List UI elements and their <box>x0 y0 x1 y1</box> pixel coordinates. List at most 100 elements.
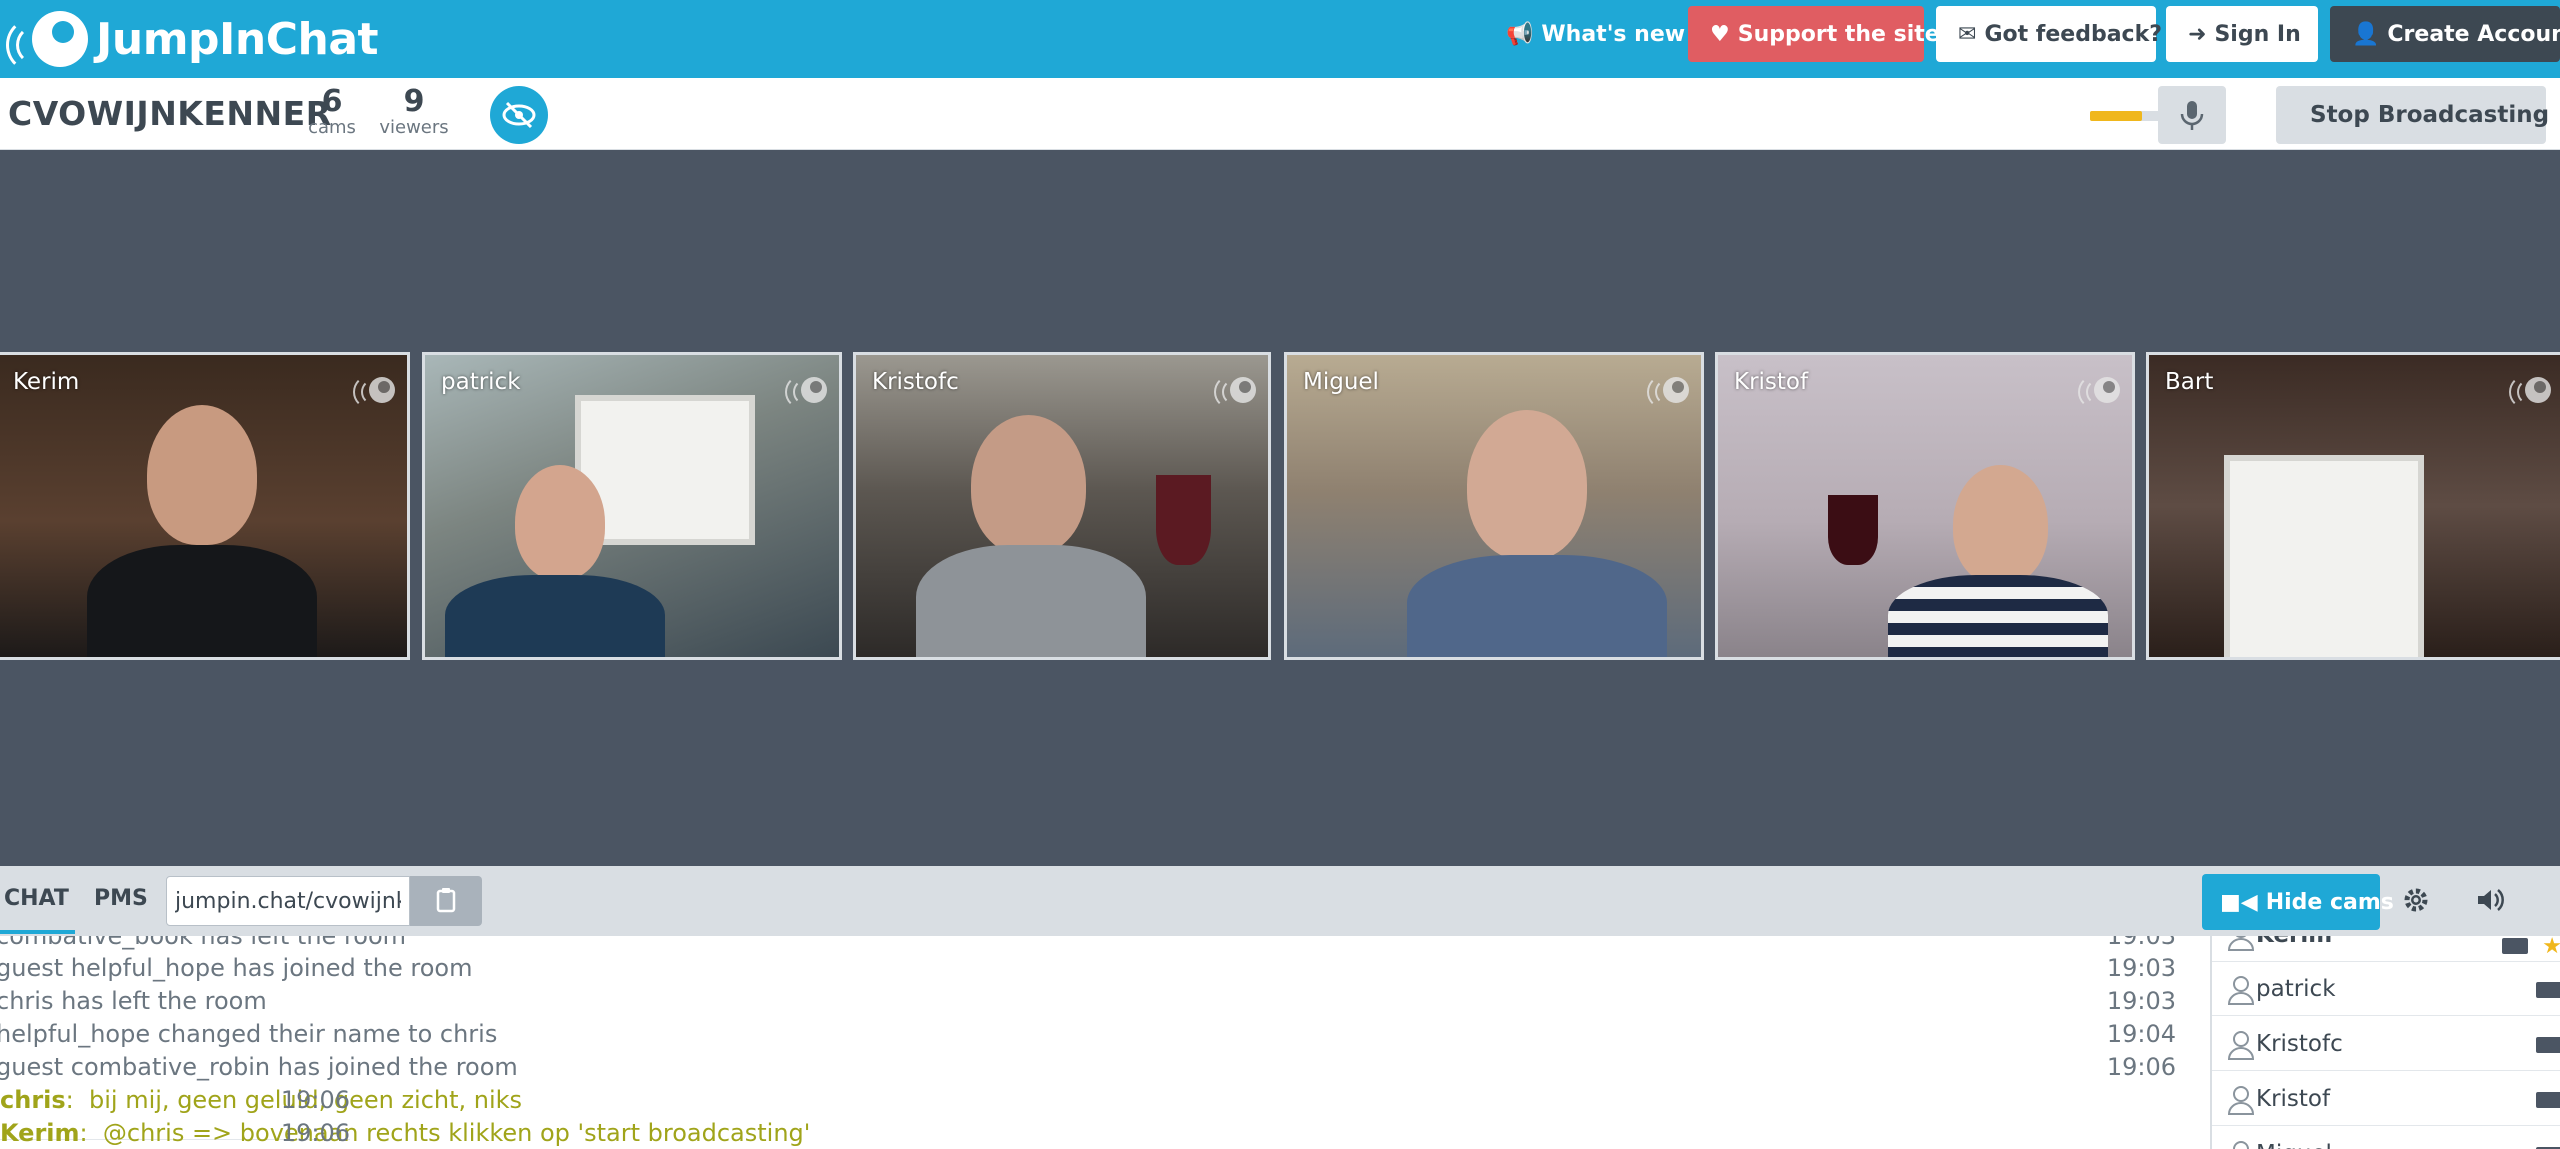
user-icon <box>2233 1141 2249 1149</box>
cam-tile[interactable]: Kristof <box>1715 352 2135 660</box>
settings-button[interactable] <box>2396 880 2436 920</box>
support-button[interactable]: ♥ Support the site <box>1688 6 1940 62</box>
broadcast-icon <box>2507 375 2551 409</box>
chat-message: combative_book has left the room 19:03 <box>0 936 2176 955</box>
chat-message: guest helpful_hope has joined the room 1… <box>0 954 2176 987</box>
user-icon <box>2227 1086 2255 1115</box>
volume-icon <box>2478 889 2504 911</box>
cams-stat: 6 cams <box>304 86 360 138</box>
clipboard-icon <box>436 888 456 913</box>
create-account-button[interactable]: 👤 Create Account <box>2330 6 2560 62</box>
user-list-item[interactable]: Kristof <box>2212 1072 2560 1126</box>
camera-icon <box>2536 1092 2560 1108</box>
message-line: Kerim: @chris => bovenaan rechts klikken… <box>0 1119 811 1147</box>
star-icon: ★ <box>2542 936 2560 959</box>
copy-url-button[interactable] <box>410 876 482 926</box>
user-name: patrick <box>2256 976 2336 1002</box>
broadcast-icon <box>783 375 827 409</box>
video-camera-icon: ■◀ <box>2220 889 2258 915</box>
message-text: guest combative_robin has joined the roo… <box>0 1053 518 1081</box>
message-text: helpful_hope changed their name to chris <box>0 1020 498 1048</box>
tab-chat[interactable]: CHAT <box>0 886 75 934</box>
camera-icon <box>2536 1037 2560 1053</box>
sign-in-button[interactable]: ➜ Sign In <box>2166 6 2318 62</box>
mic-level-fill <box>2090 111 2142 121</box>
user-name: Kristofc <box>2256 1031 2343 1057</box>
whats-new-link[interactable]: 📢 What's new <box>1490 6 1685 62</box>
chat-message: Kerim: @chris => bovenaan rechts klikken… <box>0 1119 810 1149</box>
tab-pms[interactable]: PMS <box>94 886 148 911</box>
message-text: @chris => bovenaan rechts klikken op 'st… <box>102 1119 811 1147</box>
user-name: Miguel <box>2256 1141 2332 1149</box>
sound-button[interactable] <box>2470 880 2510 920</box>
user-icon <box>2227 1031 2255 1060</box>
room-title: CVOWIJNKENNER <box>8 94 332 133</box>
microphone-icon <box>2180 101 2204 130</box>
cams-count: 6 <box>321 84 343 119</box>
viewers-stat: 9 viewers <box>374 86 454 138</box>
message-time: 19:03 <box>2106 936 2176 950</box>
stop-broadcasting-button[interactable]: Stop Broadcasting <box>2276 86 2550 144</box>
cam-username: Kerim <box>13 369 80 395</box>
message-time: 19:06 <box>280 1119 350 1147</box>
top-nav: JumpInChat 📢 What's new ♥ Support the si… <box>0 0 2560 78</box>
megaphone-icon: 📢 <box>1506 21 1534 47</box>
cam-tile[interactable]: Kristofc <box>853 352 1271 660</box>
message-time: 19:04 <box>2106 1020 2176 1048</box>
room-url-field[interactable] <box>166 876 410 926</box>
message-time: 19:06 <box>280 1086 350 1114</box>
sign-in-label: Sign In <box>2214 21 2301 47</box>
hide-cams-label: Hide cams <box>2265 889 2394 915</box>
cam-username: Kristof <box>1734 369 1809 395</box>
eye-slash-button[interactable] <box>490 86 548 144</box>
message-time: 19:06 <box>2106 1053 2176 1081</box>
chat-toolbar: CHAT PMS ■◀ Hide cams <box>0 866 2560 936</box>
gear-icon <box>2404 888 2428 912</box>
broadcast-icon <box>1645 375 1689 409</box>
cam-username: Kristofc <box>872 369 959 395</box>
message-text: chris has left the room <box>0 987 267 1015</box>
chat-message: chris has left the room 19:03 <box>0 987 2176 1020</box>
cam-tile[interactable]: Miguel <box>1284 352 1704 660</box>
cam-tile[interactable]: patrick <box>422 352 842 660</box>
feedback-label: Got feedback? <box>1984 21 2162 47</box>
user-list-item[interactable]: patrick <box>2212 962 2560 1016</box>
user-name: Kerim <box>2256 936 2332 948</box>
camera-icon <box>2536 982 2560 998</box>
stop-broadcasting-label: Stop Broadcasting <box>2310 102 2550 128</box>
cam-tile[interactable]: Bart <box>2146 352 2560 660</box>
message-text: guest helpful_hope has joined the room <box>0 954 473 982</box>
user-plus-icon: 👤 <box>2352 21 2380 47</box>
message-text: combative_book has left the room <box>0 936 407 950</box>
cam-username: Miguel <box>1303 369 1379 395</box>
camera-icon <box>2502 938 2528 954</box>
broadcast-icon <box>1212 375 1256 409</box>
viewers-count: 9 <box>403 84 425 119</box>
message-time: 19:03 <box>2106 954 2176 982</box>
logo-text: JumpInChat <box>96 13 379 65</box>
eye-slash-icon <box>502 101 536 129</box>
whats-new-label: What's new <box>1541 21 1686 47</box>
logo[interactable]: JumpInChat <box>6 4 379 74</box>
logo-icon <box>6 9 88 73</box>
message-author[interactable]: Kerim <box>0 1119 80 1147</box>
support-label: Support the site <box>1737 21 1940 47</box>
user-list-item[interactable]: Miguel <box>2212 1127 2560 1149</box>
mic-button[interactable] <box>2158 86 2226 144</box>
user-list-item[interactable]: Kristofc <box>2212 1017 2560 1071</box>
user-icon <box>2227 976 2255 1005</box>
cams-label: cams <box>308 117 356 138</box>
message-time: 19:03 <box>2106 987 2176 1015</box>
cam-username: Bart <box>2165 369 2214 395</box>
feedback-button[interactable]: ✉ Got feedback? <box>1936 6 2162 62</box>
user-name: Kristof <box>2256 1086 2331 1112</box>
cam-username: patrick <box>441 369 521 395</box>
hide-cams-button[interactable]: ■◀ Hide cams <box>2202 874 2394 930</box>
user-icon <box>2227 936 2255 951</box>
cam-tile[interactable]: Kerim <box>0 352 410 660</box>
message-author[interactable]: chris <box>0 1086 66 1114</box>
user-list-item[interactable]: Kerim ★ <box>2212 936 2560 962</box>
message-line: chris: bij mij, geen geluid, geen zicht,… <box>0 1086 523 1114</box>
broadcast-icon <box>351 375 395 409</box>
chat-message: guest combative_robin has joined the roo… <box>0 1053 2176 1086</box>
